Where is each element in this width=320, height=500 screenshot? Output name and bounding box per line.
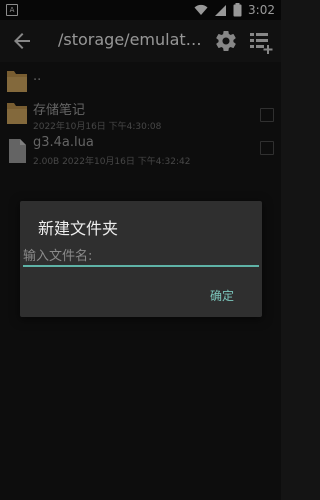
folder-name-input[interactable] (23, 247, 259, 267)
new-folder-dialog: 新建文件夹 确定 (20, 201, 262, 317)
dialog-title: 新建文件夹 (38, 219, 119, 238)
confirm-button[interactable]: 确定 (210, 287, 234, 304)
